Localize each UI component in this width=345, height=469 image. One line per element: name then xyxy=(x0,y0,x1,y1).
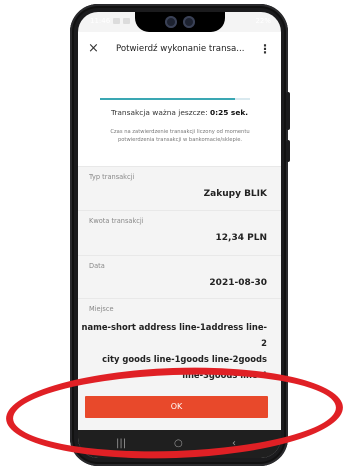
notification-icon xyxy=(123,18,130,24)
phone-side-button xyxy=(286,92,290,130)
app-bar: × Potwierdź wykonanie transa... ⋮ xyxy=(78,32,281,71)
time-progress-fill xyxy=(100,98,235,100)
page-title: Potwierdź wykonanie transa... xyxy=(116,44,245,54)
timer-section: Transakcja ważna jeszcze: 0:25 sek. Czas… xyxy=(78,70,281,166)
highlight-ellipse xyxy=(4,362,345,464)
amount-value: 12,34 PLN xyxy=(215,233,267,243)
detail-row-type: Typ transakcji Zakupy BLIK xyxy=(78,166,281,211)
more-options-icon[interactable]: ⋮ xyxy=(259,42,271,56)
type-value: Zakupy BLIK xyxy=(203,189,267,199)
amount-label: Kwota transakcji xyxy=(89,217,144,225)
notification-icon xyxy=(113,18,120,24)
timer-remaining: 0:25 sek. xyxy=(209,108,249,117)
phone-side-button xyxy=(286,140,290,162)
camera-notch xyxy=(135,12,225,32)
place-label: Miejsce xyxy=(89,305,114,313)
timer-text: Transakcja ważna jeszcze: 0:25 sek. xyxy=(78,108,281,117)
status-bar: 11:46 22% xyxy=(78,12,281,32)
close-icon[interactable]: × xyxy=(88,41,99,56)
screenshot-stage: 11:46 22% × Potwierdź wykonanie transa..… xyxy=(0,0,345,469)
time-progress-bar xyxy=(100,98,250,100)
date-value: 2021-08-30 xyxy=(209,278,267,288)
timer-prefix: Transakcja ważna jeszcze: xyxy=(110,108,208,117)
detail-row-place: Miejsce name-short address line-1address… xyxy=(78,298,281,380)
status-time: 11:46 xyxy=(90,17,111,25)
place-line: city goods line-1goods line-2goods xyxy=(102,354,267,364)
place-line: name-short address line-1address line-2 xyxy=(81,322,267,348)
detail-row-amount: Kwota transakcji 12,34 PLN xyxy=(78,210,281,256)
timer-note: Czas na zatwierdzenie transakcji liczony… xyxy=(110,129,250,143)
type-label: Typ transakcji xyxy=(89,173,135,181)
front-camera-icon xyxy=(183,16,195,28)
front-camera-icon xyxy=(165,16,177,28)
detail-row-date: Data 2021-08-30 xyxy=(78,255,281,299)
battery-indicator: 22% xyxy=(255,17,271,25)
date-label: Data xyxy=(89,262,105,270)
